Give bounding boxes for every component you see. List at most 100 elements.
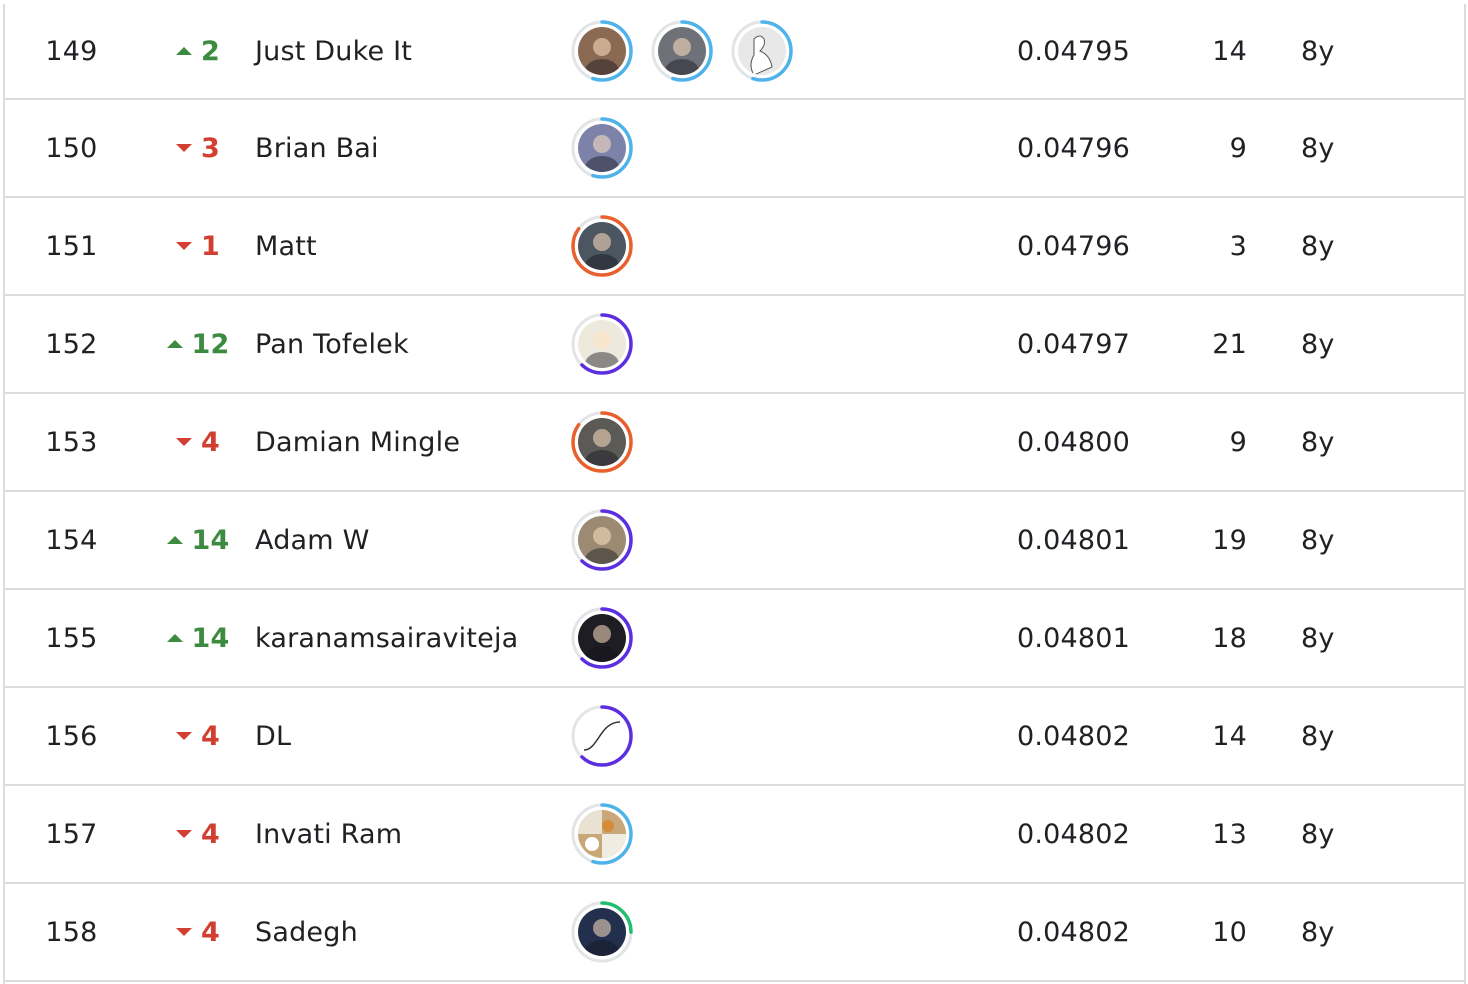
- team-name[interactable]: Just Duke It: [255, 4, 555, 98]
- entries-count: 21: [1212, 328, 1247, 360]
- avatar-photo-person-outdoors: [571, 117, 633, 179]
- score-cell: 0.04796: [1016, 132, 1130, 164]
- entries-count: 14: [1212, 35, 1247, 67]
- leaderboard-table: 149 2 Just Duke It 0.04795 14 8y 150 3 Brian Bai…: [3, 4, 1466, 984]
- score-cell: 0.04800: [1016, 426, 1130, 458]
- team-members: [570, 688, 830, 784]
- score-cell: 0.04795: [1016, 35, 1130, 67]
- last-submission: 8y: [1301, 328, 1335, 360]
- rank-change-value: 14: [191, 622, 230, 654]
- rank-change-value: 2: [201, 35, 220, 67]
- team-name[interactable]: Brian Bai: [255, 100, 555, 196]
- rank-change-value: 12: [191, 328, 230, 360]
- rank-change: 3: [163, 100, 233, 196]
- team-members: [570, 394, 830, 490]
- rank-change: 4: [163, 688, 233, 784]
- team-members: [570, 492, 830, 588]
- score-cell: 0.04802: [1016, 818, 1130, 850]
- rank-cell: 153: [45, 426, 98, 458]
- leaderboard-row: 154 14 Adam W 0.04801 19 8y: [5, 492, 1464, 590]
- rank-change-value: 3: [201, 132, 220, 164]
- team-member-avatar[interactable]: [570, 704, 634, 768]
- leaderboard-row: 152 12 Pan Tofelek 0.04797 21 8y: [5, 296, 1464, 394]
- avatar-photo-food-collage: [571, 803, 633, 865]
- rank-change-value: 4: [201, 916, 220, 948]
- rank-cell: 157: [45, 818, 98, 850]
- team-member-avatar[interactable]: [650, 19, 714, 83]
- team-name[interactable]: Invati Ram: [255, 786, 555, 882]
- arrow-up-icon: [176, 47, 192, 55]
- last-submission: 8y: [1301, 720, 1335, 752]
- last-submission: 8y: [1301, 622, 1335, 654]
- leaderboard-row: 157 4 Invati Ram 0.04802 13 8y: [5, 786, 1464, 884]
- team-member-avatar[interactable]: [730, 19, 794, 83]
- last-submission: 8y: [1301, 426, 1335, 458]
- leaderboard-row: 156 4 DL 0.04802 14 8y: [5, 688, 1464, 786]
- score-cell: 0.04802: [1016, 916, 1130, 948]
- team-member-avatar[interactable]: [570, 116, 634, 180]
- rank-cell: 152: [45, 328, 98, 360]
- team-members: [570, 198, 830, 294]
- team-name[interactable]: Damian Mingle: [255, 394, 555, 490]
- entries-count: 9: [1229, 132, 1247, 164]
- arrow-down-icon: [176, 928, 192, 936]
- team-name[interactable]: DL: [255, 688, 555, 784]
- last-submission: 8y: [1301, 35, 1335, 67]
- avatar-sigmoid-curve: [571, 705, 633, 767]
- score-cell: 0.04801: [1016, 524, 1130, 556]
- score-cell: 0.04802: [1016, 720, 1130, 752]
- team-member-avatar[interactable]: [570, 214, 634, 278]
- avatar-goose-drawing: [731, 20, 793, 82]
- arrow-down-icon: [176, 438, 192, 446]
- leaderboard-row: 151 1 Matt 0.04796 3 8y: [5, 198, 1464, 296]
- rank-change-value: 1: [201, 230, 220, 262]
- leaderboard-row: 150 3 Brian Bai 0.04796 9 8y: [5, 100, 1464, 198]
- rank-cell: 158: [45, 916, 98, 948]
- team-name[interactable]: Matt: [255, 198, 555, 294]
- team-members: [570, 786, 830, 882]
- team-member-avatar[interactable]: [570, 802, 634, 866]
- team-member-avatar[interactable]: [570, 312, 634, 376]
- rank-cell: 154: [45, 524, 98, 556]
- rank-cell: 151: [45, 230, 98, 262]
- team-members: [570, 884, 830, 980]
- leaderboard-row: 155 14 karanamsairaviteja 0.04801 18 8y: [5, 590, 1464, 688]
- team-member-avatar[interactable]: [570, 508, 634, 572]
- rank-change-value: 4: [201, 720, 220, 752]
- entries-count: 10: [1212, 916, 1247, 948]
- rank-change: 4: [163, 884, 233, 980]
- rank-change: 14: [163, 590, 233, 686]
- entries-count: 18: [1212, 622, 1247, 654]
- team-name[interactable]: Pan Tofelek: [255, 296, 555, 392]
- rank-cell: 155: [45, 622, 98, 654]
- team-members: [570, 100, 830, 196]
- last-submission: 8y: [1301, 132, 1335, 164]
- team-member-avatar[interactable]: [570, 19, 634, 83]
- avatar-photo-man-dark: [571, 607, 633, 669]
- team-members: [570, 296, 830, 392]
- score-cell: 0.04801: [1016, 622, 1130, 654]
- last-submission: 8y: [1301, 818, 1335, 850]
- team-name[interactable]: karanamsairaviteja: [255, 590, 555, 686]
- arrow-down-icon: [176, 830, 192, 838]
- entries-count: 3: [1229, 230, 1247, 262]
- leaderboard-row: 158 4 Sadegh 0.04802 10 8y: [5, 884, 1464, 982]
- avatar-photo-man-glasses: [571, 20, 633, 82]
- team-members: [570, 590, 830, 686]
- avatar-photo-football-player: [651, 20, 713, 82]
- arrow-up-icon: [166, 536, 183, 544]
- rank-change-value: 14: [191, 524, 230, 556]
- rank-change-value: 4: [201, 818, 220, 850]
- arrow-down-icon: [176, 242, 192, 250]
- rank-change: 2: [163, 4, 233, 98]
- avatar-photo-grayscale-portrait: [571, 215, 633, 277]
- rank-change: 4: [163, 394, 233, 490]
- rank-change: 12: [163, 296, 233, 392]
- team-name[interactable]: Sadegh: [255, 884, 555, 980]
- team-member-avatar[interactable]: [570, 900, 634, 964]
- team-members: [570, 4, 830, 98]
- arrow-down-icon: [176, 732, 192, 740]
- team-member-avatar[interactable]: [570, 606, 634, 670]
- team-member-avatar[interactable]: [570, 410, 634, 474]
- team-name[interactable]: Adam W: [255, 492, 555, 588]
